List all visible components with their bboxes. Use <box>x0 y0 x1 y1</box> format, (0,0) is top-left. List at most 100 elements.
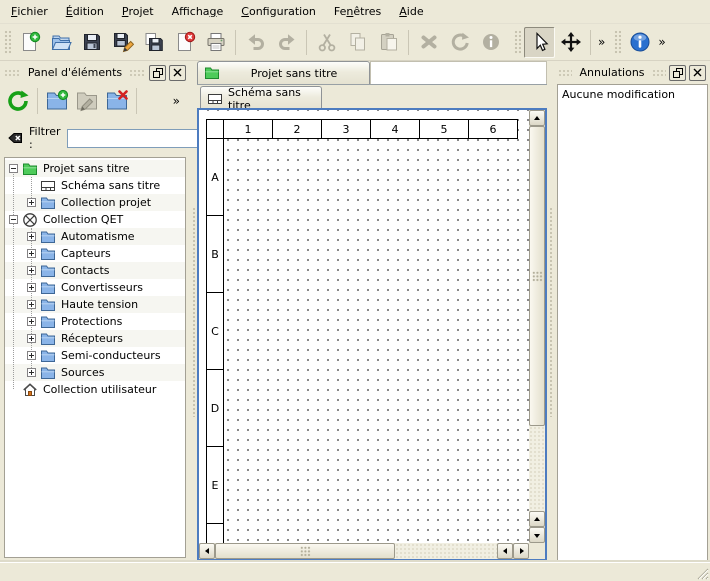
dock-handle-texture <box>558 69 572 77</box>
tree-item-label: Collection projet <box>61 196 155 209</box>
vertical-scrollbar[interactable] <box>529 110 545 543</box>
tree-item-collection-utilisateur[interactable]: Collection utilisateur <box>5 381 185 398</box>
undo-history-list[interactable]: Aucune modification <box>557 84 708 561</box>
tree-item-label: Semi-conducteurs <box>61 349 165 362</box>
elements-panel-header[interactable]: Panel d'éléments <box>4 64 186 81</box>
toolbar-drag-handle[interactable] <box>4 30 11 54</box>
pointer-tool-button[interactable] <box>524 27 555 58</box>
save-all-button[interactable] <box>138 27 169 58</box>
tab-schema[interactable]: Schéma sans titre <box>200 86 322 110</box>
diagram-column-header: 3 <box>321 119 371 139</box>
expand-icon[interactable] <box>27 283 36 292</box>
undo-history-item[interactable]: Aucune modification <box>558 86 707 102</box>
tab-project[interactable]: Projet sans titre <box>197 61 370 84</box>
collapse-icon[interactable] <box>9 215 18 224</box>
menu-aide[interactable]: Aide <box>390 0 432 23</box>
menu-edition[interactable]: Édition <box>57 0 113 23</box>
tree-item-recepteurs[interactable]: Récepteurs <box>5 330 185 347</box>
menu-fenetres[interactable]: Fenêtres <box>325 0 390 23</box>
scroll-down-button[interactable] <box>529 527 545 543</box>
dock-float-button[interactable] <box>149 65 166 81</box>
horizontal-scroll-track[interactable] <box>395 543 497 559</box>
tree-item-contacts[interactable]: Contacts <box>5 262 185 279</box>
clear-filter-icon[interactable] <box>7 130 23 146</box>
delete-button[interactable] <box>413 27 444 58</box>
scroll-up-button[interactable] <box>529 110 545 126</box>
tree-item-collection-projet[interactable]: Collection projet <box>5 194 185 211</box>
tree-item-automatisme[interactable]: Automatisme <box>5 228 185 245</box>
toolbar-overflow-button[interactable]: » <box>655 35 668 49</box>
tree-item-capteurs[interactable]: Capteurs <box>5 245 185 262</box>
save-button[interactable] <box>76 27 107 58</box>
tree-item-protections[interactable]: Protections <box>5 313 185 330</box>
panel-overflow-button[interactable]: » <box>170 94 183 108</box>
scroll-left-button-2[interactable] <box>497 543 513 559</box>
collapse-icon[interactable] <box>9 164 18 173</box>
tree-item-semi-conducteurs[interactable]: Semi-conducteurs <box>5 347 185 364</box>
right-splitter[interactable] <box>547 61 554 563</box>
size-grip[interactable] <box>695 566 709 580</box>
expand-icon[interactable] <box>27 266 36 275</box>
expand-icon[interactable] <box>27 232 36 241</box>
close-document-button[interactable] <box>169 27 200 58</box>
delete-category-button[interactable] <box>102 86 132 116</box>
toolbar-drag-handle[interactable] <box>614 30 621 54</box>
cut-button[interactable] <box>311 27 342 58</box>
vertical-scroll-track[interactable] <box>529 426 545 511</box>
reload-collections-button[interactable] <box>3 86 33 116</box>
print-button[interactable] <box>200 27 231 58</box>
paste-button[interactable] <box>373 27 404 58</box>
scroll-left-button[interactable] <box>199 543 215 559</box>
tree-item-haute-tension[interactable]: Haute tension <box>5 296 185 313</box>
edit-category-button[interactable] <box>72 86 102 116</box>
menu-fichier[interactable]: Fichier <box>2 0 57 23</box>
copy-button[interactable] <box>342 27 373 58</box>
dock-close-button[interactable] <box>689 65 706 81</box>
scroll-right-button[interactable] <box>513 543 529 559</box>
elements-tree[interactable]: Projet sans titreSchéma sans titre Collec… <box>4 157 186 558</box>
left-splitter[interactable] <box>190 61 197 563</box>
expand-icon[interactable] <box>27 317 36 326</box>
expand-icon[interactable] <box>27 351 36 360</box>
undo-dock: Annulations Aucune modification <box>554 61 710 563</box>
expand-icon[interactable] <box>27 198 36 207</box>
horizontal-scrollbar[interactable] <box>199 543 529 559</box>
expand-icon[interactable] <box>27 300 36 309</box>
new-category-button[interactable] <box>42 86 72 116</box>
tree-item-collection-qet[interactable]: Collection QET <box>5 211 185 228</box>
dock-close-button[interactable] <box>169 65 186 81</box>
expand-icon[interactable] <box>27 249 36 258</box>
dock-float-button[interactable] <box>669 65 686 81</box>
diagram-column-header: 6 <box>468 119 518 139</box>
tree-item-convertisseurs[interactable]: Convertisseurs <box>5 279 185 296</box>
rotate-button[interactable] <box>444 27 475 58</box>
left-arrow-icon <box>500 548 507 554</box>
menu-configuration[interactable]: Configuration <box>232 0 325 23</box>
tree-item-label: Capteurs <box>61 247 115 260</box>
redo-button[interactable] <box>271 27 302 58</box>
expand-icon[interactable] <box>27 334 36 343</box>
toolbar-overflow-button[interactable]: » <box>595 35 608 49</box>
project-folder-icon <box>22 161 38 177</box>
scroll-up-button-2[interactable] <box>529 511 545 527</box>
open-document-button[interactable] <box>45 27 76 58</box>
tree-item-schema-sans-titre[interactable]: Schéma sans titre <box>5 177 185 194</box>
vertical-scroll-thumb[interactable] <box>529 126 545 426</box>
tree-item-sources[interactable]: Sources <box>5 364 185 381</box>
new-document-icon <box>19 31 41 53</box>
undo-dock-header[interactable]: Annulations <box>558 64 706 81</box>
diagram-scene[interactable]: 123456 ABCDE <box>199 110 529 543</box>
move-tool-button[interactable] <box>555 27 586 58</box>
tree-item-projet-sans-titre[interactable]: Projet sans titre <box>5 160 185 177</box>
object-info-button[interactable] <box>475 27 506 58</box>
save-as-button[interactable] <box>107 27 138 58</box>
undo-icon <box>245 31 267 53</box>
new-document-button[interactable] <box>14 27 45 58</box>
about-button[interactable] <box>624 27 655 58</box>
horizontal-scroll-thumb[interactable] <box>215 543 395 559</box>
menu-affichage[interactable]: Affichage <box>163 0 233 23</box>
toolbar-drag-handle[interactable] <box>514 30 521 54</box>
undo-button[interactable] <box>240 27 271 58</box>
menu-projet[interactable]: Projet <box>113 0 163 23</box>
expand-icon[interactable] <box>27 368 36 377</box>
